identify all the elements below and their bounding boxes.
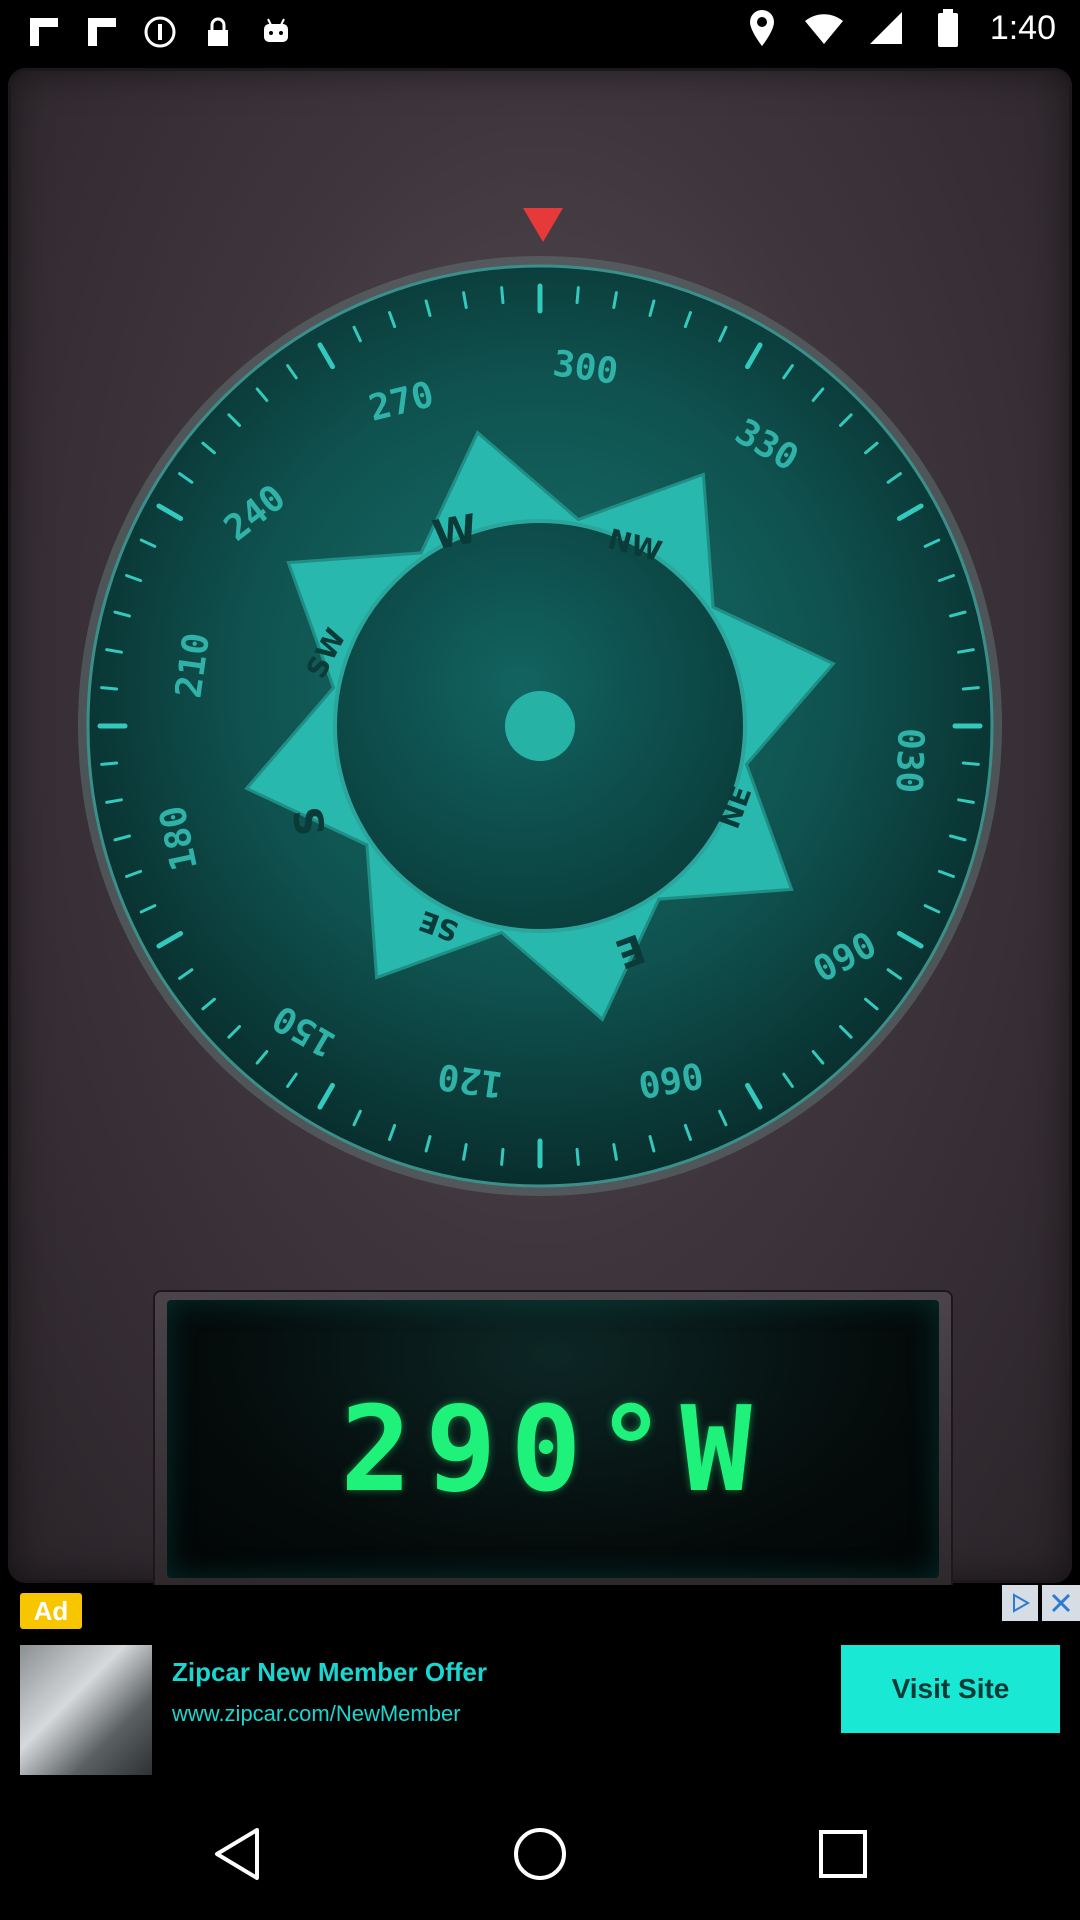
back-icon[interactable] xyxy=(202,1819,272,1889)
info-icon xyxy=(140,12,180,52)
ad-url[interactable]: www.zipcar.com/NewMember xyxy=(172,1701,461,1727)
north-pointer-icon xyxy=(523,208,563,249)
ad-banner[interactable]: Ad Zipcar New Member Offer www.zipcar.co… xyxy=(0,1585,1080,1785)
wifi-icon xyxy=(804,8,844,48)
location-icon xyxy=(742,8,782,48)
ad-title[interactable]: Zipcar New Member Offer xyxy=(172,1657,487,1688)
flipboard-icon xyxy=(24,12,64,52)
flipboard-icon xyxy=(82,12,122,52)
heading-screen: 290°W xyxy=(167,1300,939,1578)
ad-image[interactable] xyxy=(20,1645,152,1775)
navigation-bar xyxy=(0,1785,1080,1920)
dial-tick xyxy=(961,761,980,766)
signal-icon xyxy=(866,8,906,48)
compass-panel: 300 330 030 060 090 120 150 180 210 240 … xyxy=(8,68,1072,1592)
visit-site-button[interactable]: Visit Site xyxy=(841,1645,1060,1733)
ad-close-icon[interactable] xyxy=(1042,1585,1080,1621)
dial-tick xyxy=(100,686,119,691)
dial-tick xyxy=(575,286,580,305)
status-bar: 1:40 xyxy=(0,0,1080,64)
center-pivot xyxy=(505,691,575,761)
adchoices-icon[interactable] xyxy=(1002,1585,1038,1621)
heading-display: 290°W xyxy=(153,1290,953,1592)
dial-tick xyxy=(100,761,119,766)
clock: 1:40 xyxy=(989,8,1056,47)
notification-icons xyxy=(24,12,296,52)
ad-badge: Ad xyxy=(20,1593,82,1629)
dial-tick xyxy=(575,1147,580,1166)
dial-tick xyxy=(500,1147,505,1166)
home-icon[interactable] xyxy=(505,1819,575,1889)
android-icon xyxy=(256,12,296,52)
lock-icon xyxy=(198,12,238,52)
dial-tick xyxy=(500,286,505,305)
dial-label: 030 xyxy=(887,727,930,793)
system-icons: 1:40 xyxy=(742,8,1056,48)
cardinal-label: W xyxy=(429,506,480,559)
heading-value: 290°W xyxy=(340,1380,766,1518)
dial-tick xyxy=(961,686,980,691)
compass-dial: 300 330 030 060 090 120 150 180 210 240 … xyxy=(78,248,1003,1208)
recents-icon[interactable] xyxy=(808,1819,878,1889)
battery-icon xyxy=(928,8,968,48)
